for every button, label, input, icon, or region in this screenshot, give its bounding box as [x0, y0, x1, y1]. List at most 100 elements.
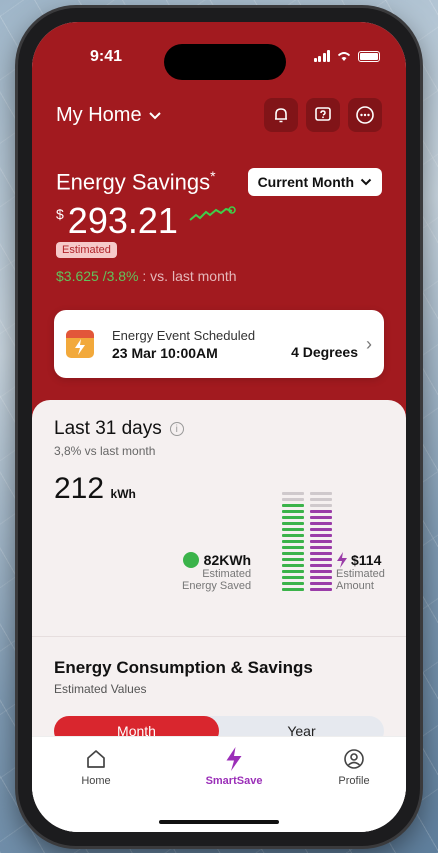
bar-segment	[310, 516, 332, 519]
bar-segment	[310, 504, 332, 507]
savings-title: Energy Savings*	[56, 168, 216, 195]
amount-value-row: $114	[336, 552, 385, 568]
period-dropdown[interactable]: Current Month	[247, 168, 382, 196]
energy-saved-value-row: 82KWh	[182, 552, 251, 568]
savings-amount: $ 293.21	[56, 200, 238, 242]
usage-kwh: 212 kWh	[54, 472, 136, 506]
bar-segment	[310, 588, 332, 591]
change-value: $3.625 /3.8%	[56, 268, 139, 284]
home-indicator	[159, 820, 279, 824]
bar-segment	[310, 546, 332, 549]
tabbar-item-profile[interactable]: Profile	[314, 747, 394, 787]
bolt-icon	[194, 747, 274, 771]
app-screen: 9:41 My Home Energy Savings* Current Mon…	[32, 22, 406, 832]
bar-segment	[310, 570, 332, 573]
bar-segment	[282, 498, 304, 501]
bar-segment	[310, 528, 332, 531]
currency-symbol: $	[56, 206, 64, 222]
help-icon	[315, 107, 331, 121]
savings-title-text: Energy Savings	[56, 169, 211, 195]
bar-segment	[310, 558, 332, 561]
status-time: 9:41	[90, 48, 123, 65]
section-divider	[32, 636, 406, 637]
period-dropdown-value: Current Month	[257, 174, 354, 190]
more-button[interactable]	[348, 98, 382, 132]
bar-segment	[310, 576, 332, 579]
bar-segment	[282, 582, 304, 585]
energy-saved-label-1: Estimated	[202, 568, 252, 580]
status-bar: 9:41	[32, 44, 406, 80]
home-selector[interactable]: My Home	[56, 104, 162, 127]
bar-segment	[282, 540, 304, 543]
bar-segment	[282, 522, 304, 525]
trend-up-icon	[189, 206, 236, 221]
bottom-tabbar: Home SmartSave Profile	[32, 736, 406, 832]
event-date: 23 Mar 10:00AM	[112, 344, 218, 361]
bar-segment	[282, 516, 304, 519]
battery-icon	[358, 50, 380, 62]
energy-saved-info: 82KWh Estimated Energy Saved	[182, 552, 251, 592]
bar-segment	[310, 564, 332, 567]
tabbar-label-smartsave: SmartSave	[205, 775, 263, 787]
amount-label-2: Amount	[336, 580, 374, 592]
savings-value: 293.21	[67, 200, 178, 241]
amount-bar	[310, 492, 332, 591]
bar-segment	[282, 558, 304, 561]
bar-segment	[310, 522, 332, 525]
consumption-title: Energy Consumption & Savings	[54, 658, 313, 677]
more-icon	[356, 106, 374, 124]
energy-event-card[interactable]: Energy Event Scheduled 23 Mar 10:00AM 4 …	[54, 310, 384, 378]
bar-segment	[282, 546, 304, 549]
dynamic-island	[164, 44, 286, 80]
profile-icon	[314, 747, 394, 771]
savings-title-mark: *	[210, 168, 216, 184]
leaf-icon	[182, 552, 199, 568]
hero-section: 9:41 My Home Energy Savings* Current Mon…	[32, 22, 406, 442]
chevron-right-icon: ›	[366, 333, 372, 354]
bar-segment	[282, 564, 304, 567]
event-text: Energy Event Scheduled 23 Mar 10:00AM	[112, 328, 291, 361]
bar-segment	[282, 576, 304, 579]
chevron-down-icon	[148, 111, 161, 119]
tabbar-label-profile: Profile	[338, 775, 370, 787]
change-suffix: : vs. last month	[142, 268, 237, 284]
bar-segment	[310, 540, 332, 543]
tabbar-item-smartsave[interactable]: SmartSave	[194, 747, 274, 787]
consumption-subtitle: Estimated Values	[54, 682, 147, 696]
wifi-icon	[337, 52, 351, 61]
bar-segment	[310, 552, 332, 555]
bell-icon	[275, 108, 287, 123]
bolt-icon	[337, 552, 347, 568]
bar-segment	[282, 588, 304, 591]
usage-vs-text: 3,8% vs last month	[54, 444, 156, 458]
bar-segment	[310, 582, 332, 585]
amount-value: $114	[351, 552, 382, 568]
energy-saved-bar	[282, 492, 304, 591]
bar-segment	[282, 510, 304, 513]
tabbar-item-home[interactable]: Home	[56, 747, 136, 787]
phone-frame: 9:41 My Home Energy Savings* Current Mon…	[18, 8, 420, 846]
bar-segment	[282, 504, 304, 507]
energy-saved-value: 82KWh	[203, 552, 252, 568]
bar-segment	[282, 570, 304, 573]
home-label: My Home	[56, 104, 142, 126]
usage-bars	[282, 492, 332, 591]
help-button[interactable]	[306, 98, 340, 132]
amount-label-1: Estimated	[336, 568, 385, 580]
home-icon	[56, 747, 136, 771]
usage-title-text: Last 31 days	[54, 418, 162, 439]
notifications-button[interactable]	[264, 98, 298, 132]
chevron-down-icon	[360, 178, 372, 186]
calendar-bolt-icon	[66, 330, 94, 358]
bar-segment	[282, 528, 304, 531]
bar-segment	[282, 552, 304, 555]
amount-info: $114 Estimated Amount	[336, 552, 385, 592]
bar-segment	[310, 492, 332, 495]
event-degrees: 4 Degrees	[291, 344, 358, 360]
event-title: Energy Event Scheduled	[112, 327, 256, 343]
info-icon[interactable]: i	[169, 422, 184, 436]
kwh-unit: kWh	[110, 487, 136, 501]
signal-icon	[313, 50, 330, 62]
bar-segment	[282, 492, 304, 495]
status-icons	[313, 50, 380, 62]
